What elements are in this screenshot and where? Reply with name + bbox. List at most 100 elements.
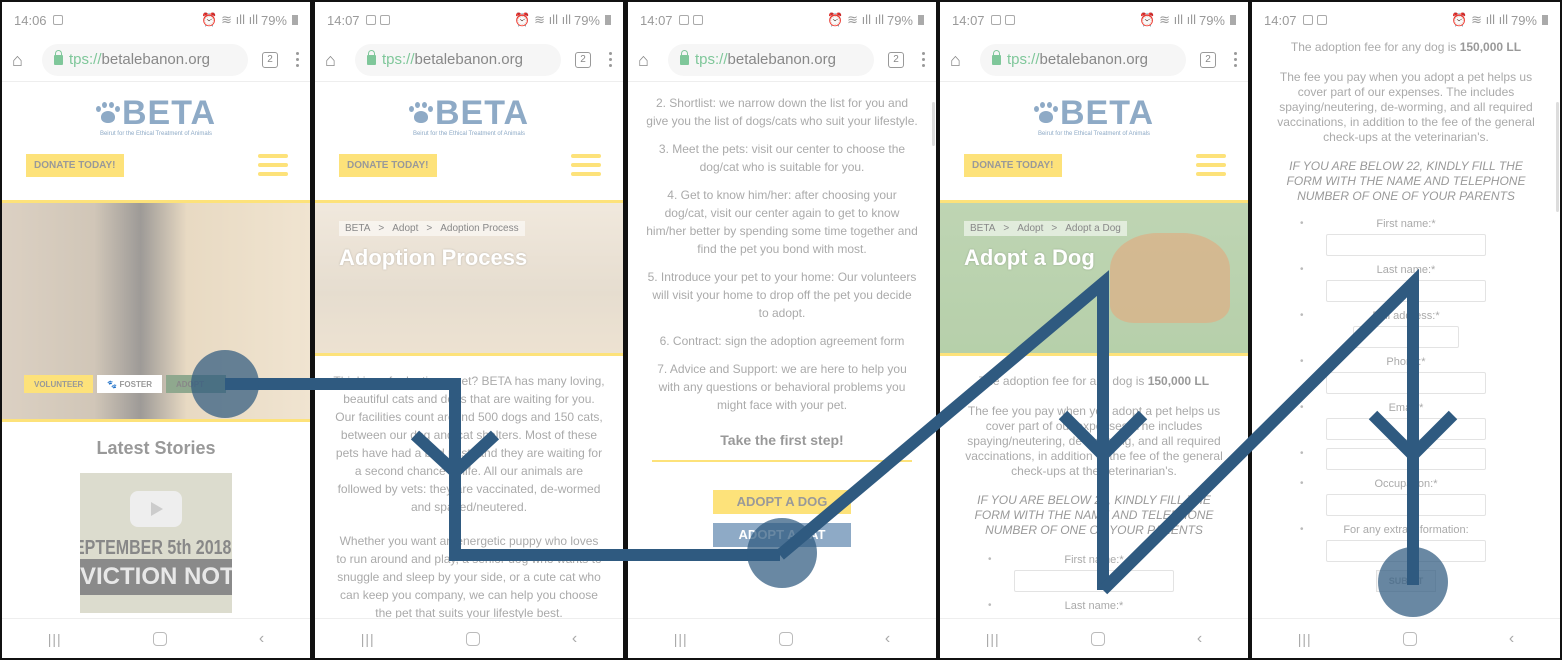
overflow-menu-icon[interactable] [609, 52, 613, 67]
address-bar[interactable]: tps://betalebanon.org [980, 43, 1186, 76]
status-bar: 14:07 ⏰ ≋ ıll ıll 79% [1252, 2, 1560, 38]
parent-notice: IF YOU ARE BELOW 22, KINDLY FILL THE FOR… [974, 493, 1214, 537]
form-field-phone: Phone:* [1252, 356, 1560, 394]
address-bar[interactable]: tps://betalebanon.org [42, 43, 248, 76]
back-icon[interactable]: ‹ [572, 630, 577, 648]
phone-screen-adopt-a-dog: 14:07 ⏰ ≋ ıll ıll 79% ⌂ tps://betalebanon… [940, 2, 1248, 658]
tabs-icon[interactable]: 2 [575, 51, 591, 68]
overflow-menu-icon[interactable] [1234, 52, 1238, 67]
fee-description: The fee you pay when you adopt a pet hel… [965, 404, 1223, 478]
android-nav-bar: ||| ‹ [315, 618, 623, 658]
hamburger-menu-icon[interactable] [258, 154, 288, 176]
home-icon[interactable]: ⌂ [638, 51, 656, 69]
page-title: Adopt a Dog [964, 245, 1095, 270]
phone-input[interactable] [1326, 372, 1486, 394]
intro-paragraph-2: Whether you want an energetic puppy who … [336, 534, 602, 620]
beta-logo[interactable]: BETA [2, 82, 310, 130]
breadcrumb-home[interactable]: BETA [970, 223, 995, 234]
volunteer-button[interactable]: VOLUNTEER [24, 375, 94, 393]
breadcrumb-current: Adopt a Dog [1065, 223, 1121, 234]
screenshot-sequence: 14:06 ⏰ ≋ ıll ıll 79% ⌂ tps://betalebanon… [0, 0, 1562, 660]
address-bar[interactable]: tps://betalebanon.org [355, 43, 561, 76]
adopt-a-dog-button[interactable]: ADOPT A DOG [713, 490, 851, 514]
gallery-icon [365, 15, 376, 25]
overflow-menu-icon[interactable] [922, 52, 926, 67]
breadcrumb: BETA > Adopt > Adoption Process [339, 221, 525, 236]
donate-button[interactable]: DONATE TODAY! [339, 154, 437, 177]
submit-button[interactable]: SUBMIT [1376, 570, 1436, 592]
android-nav-bar: ||| ‹ [1252, 618, 1560, 658]
play-icon[interactable] [130, 491, 182, 527]
home-button-icon[interactable] [779, 631, 794, 646]
home-button-icon[interactable] [466, 631, 481, 646]
step-item: 7. Advice and Support: we are here to he… [657, 362, 907, 412]
form-field-extra-info: For any extra information: [1252, 524, 1560, 562]
home-icon[interactable]: ⌂ [325, 51, 343, 69]
clock: 14:07 [327, 12, 360, 28]
clock: 14:07 [640, 12, 673, 28]
video-thumbnail[interactable]: EPTEMBER 5th 2018 VICTION NOTICE [80, 473, 232, 613]
full-address-input[interactable] [1353, 326, 1459, 348]
extra-info-input[interactable] [1326, 540, 1486, 562]
home-icon[interactable]: ⌂ [12, 51, 30, 69]
back-icon[interactable]: ‹ [259, 630, 264, 648]
home-button-icon[interactable] [1403, 631, 1418, 646]
home-icon[interactable]: ⌂ [950, 51, 968, 69]
recents-icon[interactable]: ||| [986, 631, 1000, 647]
divider [652, 460, 912, 462]
step-item: 3. Meet the pets: visit our center to ch… [658, 142, 906, 174]
tabs-icon[interactable]: 2 [888, 51, 904, 68]
address-bar[interactable]: tps://betalebanon.org [668, 43, 874, 76]
back-icon[interactable]: ‹ [1509, 630, 1514, 648]
lock-icon [680, 49, 689, 65]
hamburger-menu-icon[interactable] [1196, 154, 1226, 176]
home-button-icon[interactable] [1091, 631, 1106, 646]
scrollbar[interactable] [932, 102, 935, 146]
adopt-a-cat-button[interactable]: ADOPT A CAT [713, 523, 851, 547]
back-icon[interactable]: ‹ [1197, 630, 1202, 648]
browser-toolbar: ⌂ tps://betalebanon.org 2 [315, 38, 623, 82]
overflow-menu-icon[interactable] [296, 52, 300, 67]
clock: 14:06 [14, 12, 47, 28]
paw-icon [408, 102, 433, 124]
notification-icon [1004, 15, 1015, 25]
step-item: 5. Introduce your pet to your home: Our … [647, 270, 917, 320]
phone-screen-adoption-steps: 14:07 ⏰ ≋ ıll ıll 79% ⌂ tps://betalebanon… [628, 2, 936, 658]
recents-icon[interactable]: ||| [1298, 631, 1312, 647]
adoption-fee: The adoption fee for any dog is 150,000 … [1290, 40, 1522, 54]
site-header: BETA Beirut for the Ethical Treatment of… [940, 82, 1248, 200]
occupation-input[interactable] [1326, 494, 1486, 516]
scrollbar[interactable] [1556, 102, 1559, 212]
foster-button[interactable]: 🐾 FOSTER [97, 375, 162, 393]
tabs-icon[interactable]: 2 [1200, 51, 1216, 68]
recents-icon[interactable]: ||| [674, 631, 688, 647]
donate-button[interactable]: DONATE TODAY! [26, 154, 124, 177]
hamburger-menu-icon[interactable] [571, 154, 601, 176]
last-name-input[interactable] [1326, 280, 1486, 302]
unlabeled-input[interactable] [1326, 448, 1486, 470]
breadcrumb-adopt[interactable]: Adopt [392, 223, 418, 234]
tabs-icon[interactable]: 2 [262, 51, 278, 68]
battery-icon [1542, 15, 1548, 25]
beta-logo[interactable]: BETA [315, 82, 623, 130]
breadcrumb-home[interactable]: BETA [345, 223, 370, 234]
adopt-button[interactable]: ADOPT [165, 375, 226, 393]
step-item: 4. Get to know him/her: after choosing y… [646, 188, 918, 256]
breadcrumb-adopt[interactable]: Adopt [1017, 223, 1043, 234]
home-button-icon[interactable] [153, 631, 168, 646]
email-input[interactable] [1326, 418, 1486, 440]
first-name-input[interactable] [1326, 234, 1486, 256]
browser-toolbar: ⌂ tps://betalebanon.org 2 [2, 38, 310, 82]
latest-stories-title: Latest Stories [96, 438, 216, 458]
form-field-unlabeled [1252, 448, 1560, 470]
back-icon[interactable]: ‹ [885, 630, 890, 648]
recents-icon[interactable]: ||| [48, 631, 62, 647]
signal-icons: ⏰ ≋ ıll ıll [514, 12, 571, 27]
intro-paragraph: Thinking of adopting a pet? BETA has man… [333, 374, 605, 514]
beta-logo[interactable]: BETA [940, 82, 1248, 130]
first-name-input[interactable] [1014, 570, 1174, 592]
notification-icon [692, 15, 703, 25]
donate-button[interactable]: DONATE TODAY! [964, 154, 1062, 177]
adoption-form: First name:* Last name:* [940, 554, 1248, 612]
recents-icon[interactable]: ||| [361, 631, 375, 647]
